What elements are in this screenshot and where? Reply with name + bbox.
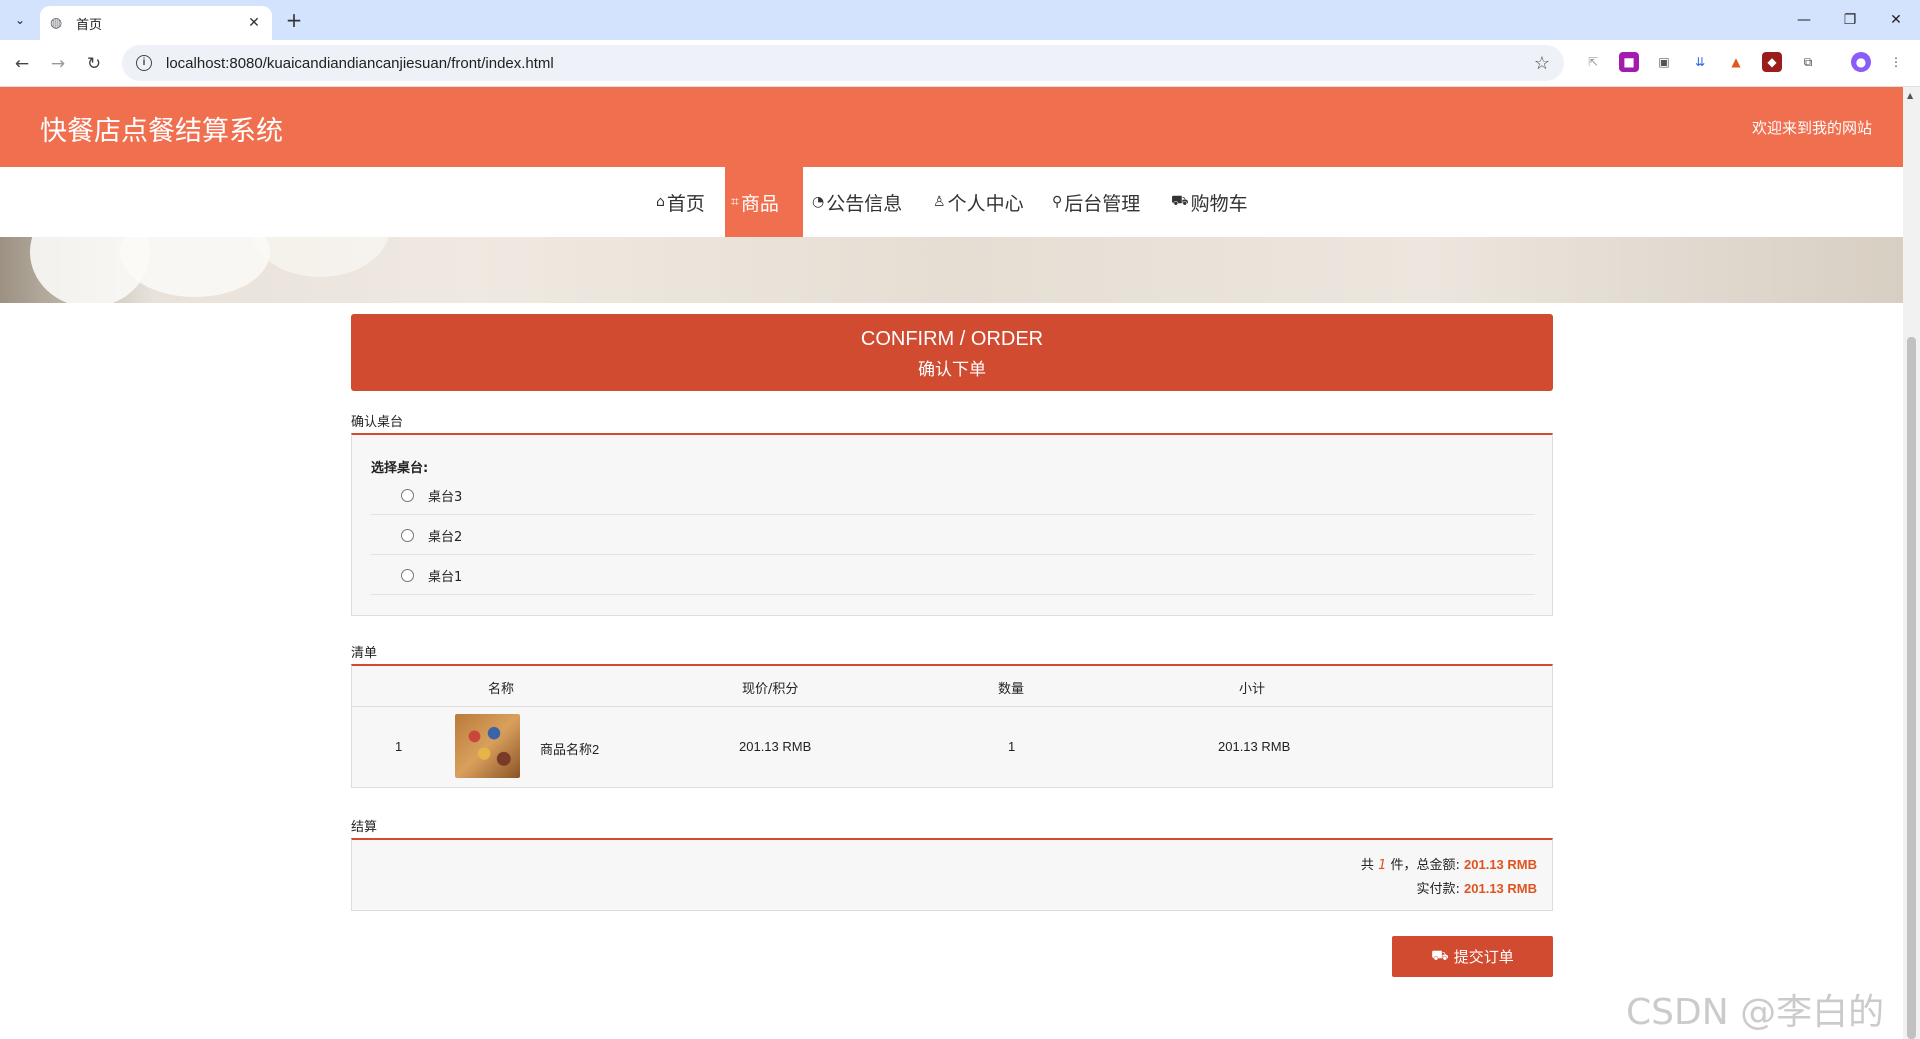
list-section-label: 清单 <box>351 646 378 661</box>
site-info-icon[interactable]: i <box>136 55 152 71</box>
settle-section-label: 结算 <box>351 820 378 835</box>
site-title: 快餐店点餐结算系统 <box>40 116 283 147</box>
home-icon: ⌂ <box>656 194 665 210</box>
settlement-box: 共 1 件，总金额: 201.13 RMB 实付款: 201.13 RMB <box>351 838 1553 911</box>
welcome-text: 欢迎来到我的网站 <box>1751 119 1872 137</box>
product-image <box>455 714 520 778</box>
total-line: 共 1 件，总金额: 201.13 RMB <box>1361 854 1537 873</box>
total-amount: 201.13 RMB <box>1464 857 1537 872</box>
flower-decoration <box>250 237 390 277</box>
table-option-label: 桌台3 <box>428 490 463 505</box>
table-option[interactable]: 桌台1 <box>371 555 1535 595</box>
paid-prefix: 实付款: <box>1416 882 1460 897</box>
row-index: 1 <box>395 739 403 754</box>
forward-icon[interactable]: → <box>44 50 72 78</box>
banner-image <box>0 237 1903 303</box>
flower-decoration <box>120 237 270 297</box>
choose-table-label: 选择桌台: <box>371 461 429 476</box>
extension-icon[interactable]: ▲ <box>1726 52 1746 72</box>
nav-label: 后台管理 <box>1064 192 1141 215</box>
nav-label: 公告信息 <box>826 192 903 215</box>
total-mid: 件，总金额: <box>1390 858 1460 873</box>
tab-title: 首页 <box>76 17 103 33</box>
nav-item-home[interactable]: ⌂ 首页 <box>650 167 711 237</box>
tab-search-icon[interactable]: ⌄ <box>8 8 32 32</box>
radio-button[interactable] <box>401 489 414 502</box>
table-select-box: 选择桌台: 桌台3 桌台2 桌台1 <box>351 433 1553 616</box>
item-count: 1 <box>1378 858 1387 873</box>
scroll-up-arrow-icon[interactable]: ▲ <box>1907 91 1913 100</box>
col-header-subtotal: 小计 <box>1239 682 1266 697</box>
site-header: 快餐店点餐结算系统 欢迎来到我的网站 <box>0 87 1903 167</box>
scrollbar[interactable]: ▲ <box>1903 87 1920 1039</box>
web-page: 快餐店点餐结算系统 欢迎来到我的网站 ⌂ 首页 ⌗ 商品 ◔ 公告信息 ♙ 个人… <box>0 87 1903 1039</box>
restore-button[interactable]: ❐ <box>1828 0 1872 40</box>
nav-item-announcements[interactable]: ◔ 公告信息 <box>806 167 908 237</box>
main-nav: ⌂ 首页 ⌗ 商品 ◔ 公告信息 ♙ 个人中心 ⚲ 后台管理 ⛟ 购物车 <box>0 167 1903 237</box>
col-header-price: 现价/积分 <box>742 682 799 697</box>
watermark: CSDN @李白的粉 <box>1626 992 1885 1033</box>
close-window-button[interactable]: ✕ <box>1874 0 1918 40</box>
extension-icon[interactable]: ⇊ <box>1690 52 1710 72</box>
product-qty: 1 <box>1008 739 1016 754</box>
confirm-title-en: CONFIRM / ORDER <box>860 328 1044 350</box>
browser-toolbar: ← → ↻ i localhost:8080/kuaicandiandianca… <box>0 40 1920 87</box>
cart-icon: ⛟ <box>1171 193 1189 209</box>
total-prefix: 共 <box>1360 858 1374 873</box>
menu-icon[interactable]: ⋮ <box>1886 52 1906 72</box>
nav-item-cart[interactable]: ⛟ 购物车 <box>1165 167 1254 237</box>
radio-button[interactable] <box>401 529 414 542</box>
product-subtotal: 201.13 RMB <box>1218 739 1291 754</box>
table-option-label: 桌台2 <box>428 530 463 545</box>
extensions-puzzle-icon[interactable]: ⧉ <box>1798 52 1818 72</box>
col-header-qty: 数量 <box>998 682 1025 697</box>
nav-label: 购物车 <box>1190 192 1248 215</box>
nav-item-profile[interactable]: ♙ 个人中心 <box>927 167 1030 237</box>
browser-tab-bar: ⌄ ◍ 首页 ✕ + — ❐ ✕ <box>0 0 1920 40</box>
announce-icon: ◔ <box>812 194 825 210</box>
paid-amount: 201.13 RMB <box>1464 881 1537 896</box>
product-price: 201.13 RMB <box>739 739 812 754</box>
nav-label: 首页 <box>666 192 705 215</box>
nav-label: 个人中心 <box>947 192 1024 215</box>
extension-icon[interactable]: ▣ <box>1654 52 1674 72</box>
table-section-label: 确认桌台 <box>351 415 404 430</box>
scrollbar-thumb[interactable] <box>1907 337 1916 1039</box>
back-icon[interactable]: ← <box>8 50 36 78</box>
cursor-extension-icon[interactable]: ⇱ <box>1583 52 1603 72</box>
nav-label: 商品 <box>740 192 779 215</box>
user-icon: ♙ <box>933 194 946 210</box>
confirm-title-cn: 确认下单 <box>918 360 986 380</box>
new-tab-button[interactable]: + <box>282 8 306 32</box>
submit-order-button[interactable]: ⛟ 提交订单 <box>1392 936 1553 977</box>
bookmark-star-icon[interactable]: ☆ <box>1534 53 1550 74</box>
confirm-order-banner: CONFIRM / ORDER 确认下单 <box>351 314 1553 391</box>
submit-label: 提交订单 <box>1453 948 1514 966</box>
address-bar[interactable]: i localhost:8080/kuaicandiandiancanjiesu… <box>122 45 1564 81</box>
product-name: 商品名称2 <box>540 742 600 757</box>
col-header-name: 名称 <box>488 682 515 697</box>
ublock-icon[interactable]: ◆ <box>1762 52 1782 72</box>
table-option[interactable]: 桌台2 <box>371 515 1535 555</box>
tab-close-icon[interactable]: ✕ <box>246 15 262 31</box>
url-text: localhost:8080/kuaicandiandiancanjiesuan… <box>166 54 554 72</box>
paid-line: 实付款: 201.13 RMB <box>1416 878 1537 897</box>
order-list-table: 名称 现价/积分 数量 小计 1 商品名称2 201.13 RMB 1 201.… <box>351 664 1553 788</box>
browser-tab[interactable]: ◍ 首页 ✕ <box>40 6 272 40</box>
table-option[interactable]: 桌台3 <box>371 475 1535 515</box>
link-icon: ⚲ <box>1052 194 1063 210</box>
table-option-label: 桌台1 <box>428 570 463 585</box>
tag-icon: ⌗ <box>731 194 739 210</box>
minimize-button[interactable]: — <box>1782 0 1826 40</box>
reload-icon[interactable]: ↻ <box>80 50 108 78</box>
extension-icon[interactable]: ■ <box>1619 52 1639 72</box>
nav-item-products[interactable]: ⌗ 商品 <box>725 167 803 237</box>
profile-avatar[interactable]: ● <box>1851 52 1871 72</box>
nav-item-admin[interactable]: ⚲ 后台管理 <box>1046 167 1146 237</box>
globe-icon: ◍ <box>50 15 63 31</box>
radio-button[interactable] <box>401 569 414 582</box>
cart-icon: ⛟ <box>1431 947 1449 964</box>
divider <box>352 706 1552 707</box>
